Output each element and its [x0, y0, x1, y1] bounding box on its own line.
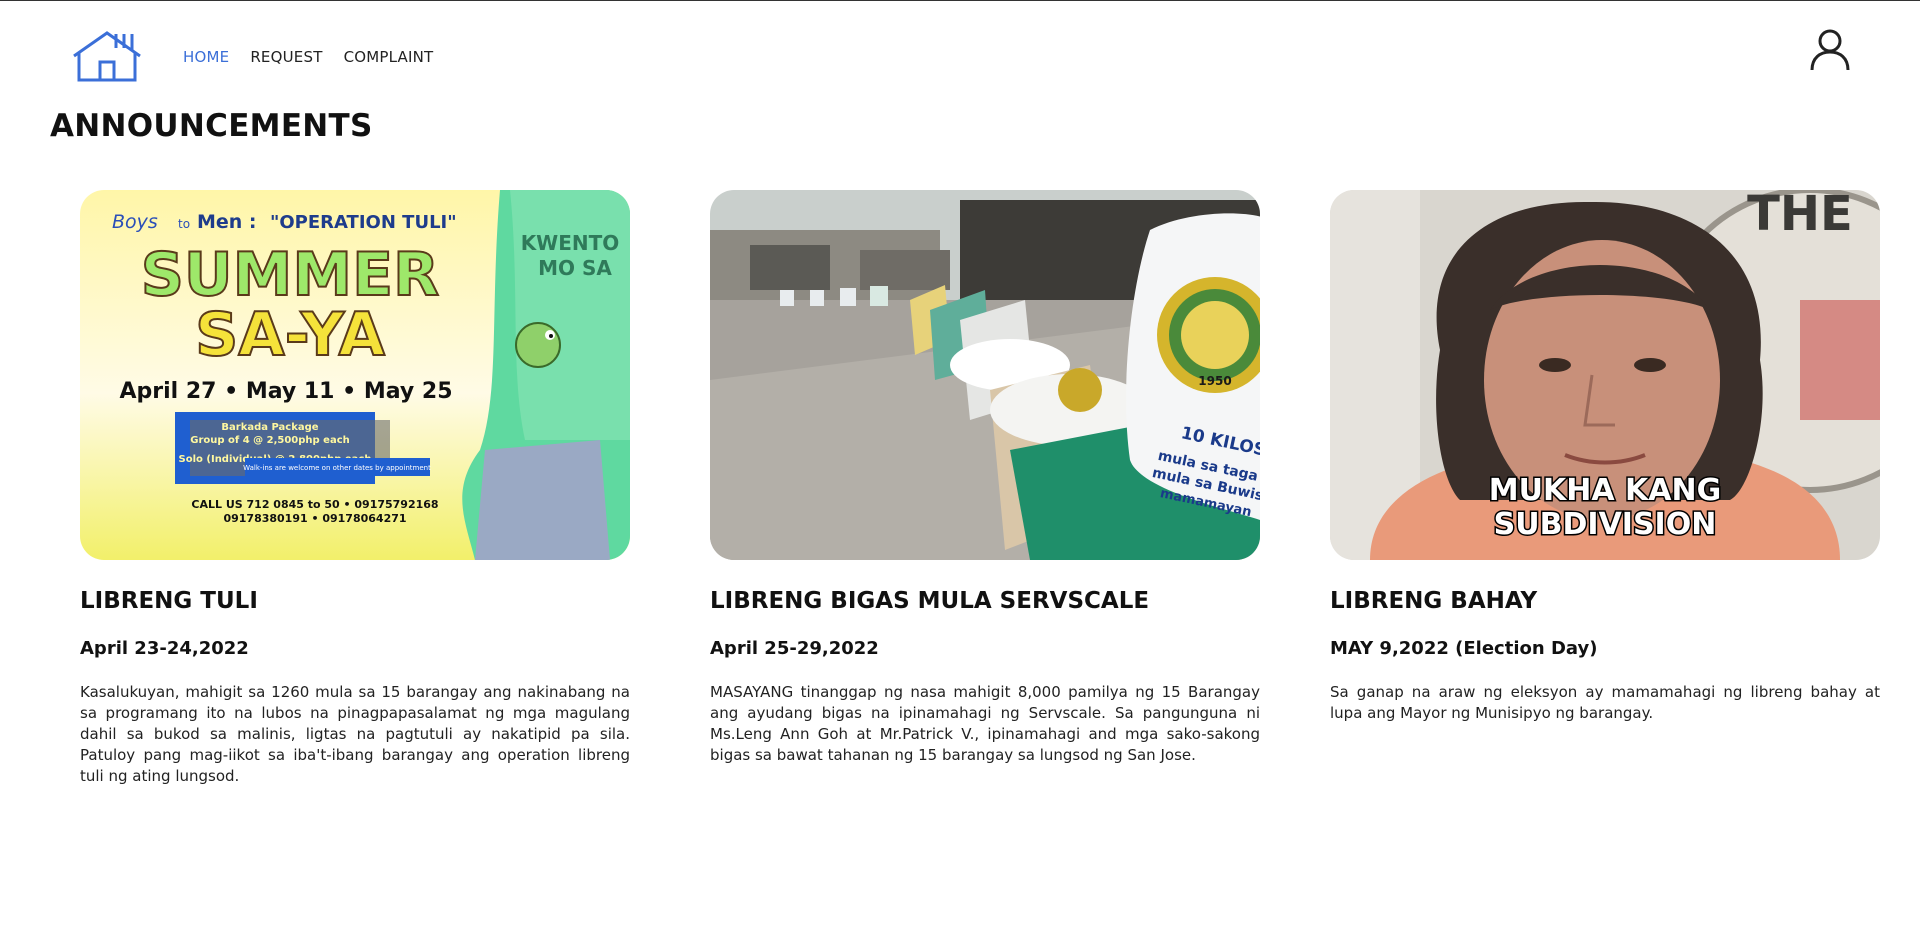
nav-complaint-link[interactable]: COMPLAINT [344, 48, 434, 66]
poster-call-2: 09178380191 • 09178064271 [223, 512, 406, 525]
page-title: ANNOUNCEMENTS [50, 108, 373, 144]
announcement-image-rice-sacks[interactable]: 1950 10 KILOS mula sa taga Cabana mula s… [710, 190, 1260, 560]
announcement-date: MAY 9,2022 (Election Day) [1330, 638, 1598, 659]
shirt-text: KWENTO [521, 231, 620, 255]
announcement-description: MASAYANG tinanggap ng nasa mahigit 8,000… [710, 683, 1260, 764]
poster-tagline-men: Men : [197, 211, 257, 233]
meme-photo: THE MUKHA KANG SUBDIVISION [1330, 190, 1880, 560]
announcement-description: Kasalukuyan, mahigit sa 1260 mula sa 15 … [80, 683, 630, 785]
announcement-title: LIBRENG BIGAS MULA SERVSCALE [710, 588, 1150, 614]
announcement-card[interactable]: THE MUKHA KANG SUBDIVISION LIBRENG BAHAY… [1330, 190, 1880, 722]
tuli-poster-graphic: KWENTO MO SA Boys to Men : "OPERATION TU… [80, 190, 630, 560]
user-profile-icon[interactable] [1808, 28, 1852, 72]
poster-tagline-operation: "OPERATION TULI" [270, 212, 457, 233]
poster-tagline-to: to [178, 217, 190, 231]
announcement-date: April 25-29,2022 [710, 638, 879, 659]
announcement-title: LIBRENG BAHAY [1330, 588, 1538, 614]
nav-request-link[interactable]: REQUEST [250, 48, 322, 66]
announcement-date: April 23-24,2022 [80, 638, 249, 659]
meme-caption-line-1: MUKHA KANG [1489, 473, 1721, 508]
rice-distribution-photo: 1950 10 KILOS mula sa taga Cabana mula s… [710, 190, 1260, 560]
nav-home-link[interactable]: HOME [183, 48, 229, 66]
announcement-description: Sa ganap na araw ng eleksyon ay mamamaha… [1330, 683, 1880, 722]
announcement-card[interactable]: 1950 10 KILOS mula sa taga Cabana mula s… [710, 190, 1260, 764]
announcement-image-meme[interactable]: THE MUKHA KANG SUBDIVISION [1330, 190, 1880, 560]
poster-call-1: CALL US 712 0845 to 50 • 09175792168 [191, 498, 438, 511]
poster-package-1: Barkada Package [221, 422, 318, 433]
seal-year: 1950 [1198, 374, 1231, 388]
shirt-text-2: MO SA [538, 256, 612, 280]
poster-headline-saya: SA-YA [195, 300, 385, 370]
poster-package-2: Group of 4 @ 2,500php each [190, 435, 350, 446]
nav-links: HOME REQUEST COMPLAINT [183, 48, 433, 66]
poster-dates: April 27 • May 11 • May 25 [119, 379, 452, 404]
seal-text: THE [1747, 190, 1853, 242]
poster-walkin: Walk-ins are welcome on other dates by a… [243, 464, 431, 472]
top-navbar: HOME REQUEST COMPLAINT [0, 0, 1920, 110]
meme-caption-line-2: SUBDIVISION [1494, 507, 1717, 542]
announcement-image-tuli-poster[interactable]: KWENTO MO SA Boys to Men : "OPERATION TU… [80, 190, 630, 560]
announcement-title: LIBRENG TULI [80, 588, 258, 614]
announcement-card[interactable]: KWENTO MO SA Boys to Men : "OPERATION TU… [80, 190, 630, 785]
poster-tagline-boys: Boys [112, 211, 158, 233]
home-logo-icon[interactable] [70, 30, 144, 82]
